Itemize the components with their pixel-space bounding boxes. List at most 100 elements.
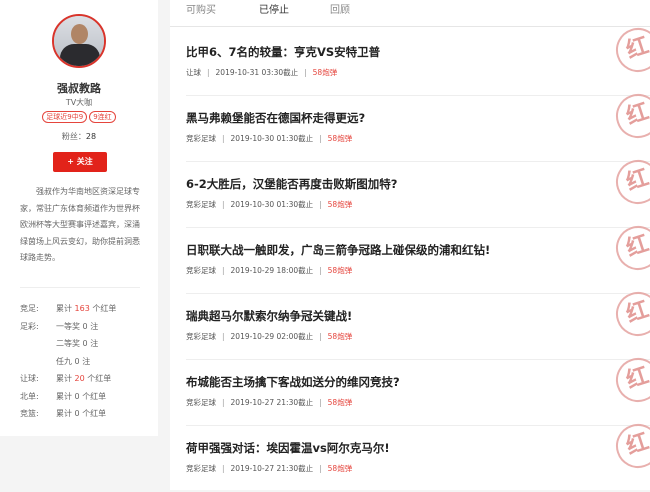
article-category: 竞彩足球 xyxy=(186,464,216,473)
profile-card: 强叔教路 TV大咖 足球近9中9 9连红 粉丝：28 + 关注 强叔作为华南地区… xyxy=(0,0,158,436)
stat-prefix: 二等奖 xyxy=(56,339,80,348)
article-panel: 可购买 已停止 回顾 比甲6、7名的较量：亨克VS安特卫普 让球 | 2019-10… xyxy=(170,0,650,490)
tab-review[interactable]: 回顾 xyxy=(330,1,350,16)
stat-row: 竞篮: 累计 0 个红单 xyxy=(20,408,155,426)
article-price: 58炮弹 xyxy=(312,68,338,77)
avatar[interactable] xyxy=(52,14,106,68)
article-title[interactable]: 瑞典超马尔默索尔纳争冠关键战! xyxy=(186,308,352,324)
fans-count: 粉丝：28 xyxy=(0,131,158,142)
stat-label: 让球: xyxy=(20,374,39,383)
stat-suffix: 个红单 xyxy=(82,391,107,401)
article-item[interactable]: 布城能否主场擒下客战如送分的维冈竞技? 竞彩足球 | 2019-10-27 21:3… xyxy=(170,352,650,426)
article-meta: 竞彩足球 | 2019-10-27 21:30截止 | 58炮弹 xyxy=(186,464,353,473)
tag-streak-record: 足球近9中9 xyxy=(42,111,88,123)
red-result-stamp-icon: 红 xyxy=(610,418,650,474)
article-item[interactable]: 比甲6、7名的较量：亨克VS安特卫普 让球 | 2019-10-31 03:30截止… xyxy=(170,22,650,96)
tab-stopped[interactable]: 已停止 xyxy=(259,1,289,16)
tag-win-streak: 9连红 xyxy=(89,111,116,123)
article-item[interactable]: 6-2大胜后，汉堡能否再度击败斯图加特? 竞彩足球 | 2019-10-30 01:… xyxy=(170,154,650,228)
article-deadline: 2019-10-30 01:30截止 xyxy=(230,200,314,209)
article-category: 竞彩足球 xyxy=(186,134,216,143)
stat-row: 竞足: 累计 163 个红单 xyxy=(20,303,155,321)
article-price: 58炮弹 xyxy=(327,266,353,275)
article-price: 58炮弹 xyxy=(327,398,353,407)
red-result-stamp-icon: 红 xyxy=(610,154,650,210)
article-meta: 竞彩足球 | 2019-10-30 01:30截止 | 58炮弹 xyxy=(186,134,353,143)
stat-value: 0 xyxy=(74,391,80,401)
stat-label: 北单: xyxy=(20,391,39,401)
tab-bar: 可购买 已停止 回顾 xyxy=(170,0,650,20)
article-deadline: 2019-10-29 18:00截止 xyxy=(230,266,314,275)
stat-value: 0 xyxy=(82,339,88,348)
fans-label: 粉丝： xyxy=(61,132,86,141)
article-item[interactable]: 瑞典超马尔默索尔纳争冠关键战! 竞彩足球 | 2019-10-29 02:00截止 |… xyxy=(170,286,650,360)
red-result-stamp-icon: 红 xyxy=(610,88,650,144)
article-category: 竞彩足球 xyxy=(186,266,216,275)
stat-row: 足彩: 一等奖 0 注 xyxy=(20,321,155,339)
stat-prefix: 累计 xyxy=(56,409,72,418)
article-category: 让球 xyxy=(186,68,201,77)
article-item[interactable]: 日职联大战一触即发，广岛三箭争冠路上碰保级的浦和红钻! 竞彩足球 | 2019-10… xyxy=(170,220,650,294)
article-price: 58炮弹 xyxy=(327,134,353,143)
follow-button[interactable]: + 关注 xyxy=(53,152,107,172)
divider xyxy=(20,287,140,288)
stat-suffix: 注 xyxy=(90,321,99,331)
profile-tags: 足球近9中9 9连红 xyxy=(0,111,158,123)
stats-list: 竞足: 累计 163 个红单 足彩: 一等奖 0 注 二等奖 0 注 任九 0 … xyxy=(20,303,155,426)
article-deadline: 2019-10-29 02:00截止 xyxy=(230,332,314,341)
stat-prefix: 任九 xyxy=(56,356,72,366)
stat-suffix: 个红单 xyxy=(87,374,112,383)
stat-value: 0 xyxy=(74,356,80,366)
article-price: 58炮弹 xyxy=(327,200,353,209)
article-title[interactable]: 布城能否主场擒下客战如送分的维冈竞技? xyxy=(186,374,400,390)
stat-row: 让球: 累计 20 个红单 xyxy=(20,373,155,391)
article-meta: 竞彩足球 | 2019-10-27 21:30截止 | 58炮弹 xyxy=(186,398,353,407)
red-result-stamp-icon: 红 xyxy=(610,286,650,342)
stat-row: 任九 0 注 xyxy=(20,356,155,374)
article-title[interactable]: 荷甲强强对话：埃因霍温vs阿尔克马尔! xyxy=(186,440,390,456)
article-price: 58炮弹 xyxy=(327,464,353,473)
article-deadline: 2019-10-27 21:30截止 xyxy=(230,464,314,473)
profile-name: 强叔教路 xyxy=(57,82,101,95)
fans-value: 28 xyxy=(85,132,97,141)
stat-value: 163 xyxy=(74,304,90,313)
red-result-stamp-icon: 红 xyxy=(610,22,650,78)
article-deadline: 2019-10-30 01:30截止 xyxy=(230,134,314,143)
stat-suffix: 个红单 xyxy=(92,304,117,313)
stat-value: 0 xyxy=(82,321,88,331)
profile-subtitle: TV大咖 xyxy=(65,98,93,107)
article-title[interactable]: 日职联大战一触即发，广岛三箭争冠路上碰保级的浦和红钻! xyxy=(186,242,490,258)
stat-label: 竞足: xyxy=(20,304,39,313)
stat-suffix: 注 xyxy=(82,356,91,366)
tab-available[interactable]: 可购买 xyxy=(186,1,216,16)
stat-row: 二等奖 0 注 xyxy=(20,338,155,356)
stat-label: 竞篮: xyxy=(20,409,39,418)
article-meta: 让球 | 2019-10-31 03:30截止 | 58炮弹 xyxy=(186,68,338,77)
article-item[interactable]: 黑马弗赖堡能否在德国杯走得更远? 竞彩足球 | 2019-10-30 01:30截止… xyxy=(170,88,650,162)
stat-prefix: 累计 xyxy=(56,374,72,383)
stat-label: 足彩: xyxy=(20,321,39,331)
article-price: 58炮弹 xyxy=(327,332,353,341)
stat-suffix: 注 xyxy=(90,339,99,348)
stat-prefix: 累计 xyxy=(56,391,72,401)
article-meta: 竞彩足球 | 2019-10-29 18:00截止 | 58炮弹 xyxy=(186,266,353,275)
red-result-stamp-icon: 红 xyxy=(610,220,650,276)
stat-value: 0 xyxy=(74,409,80,418)
article-deadline: 2019-10-31 03:30截止 xyxy=(215,68,299,77)
article-meta: 竞彩足球 | 2019-10-29 02:00截止 | 58炮弹 xyxy=(186,332,353,341)
article-category: 竞彩足球 xyxy=(186,398,216,407)
red-result-stamp-icon: 红 xyxy=(610,352,650,408)
article-item[interactable]: 荷甲强强对话：埃因霍温vs阿尔克马尔! 竞彩足球 | 2019-10-27 21:3… xyxy=(170,418,650,492)
article-title[interactable]: 黑马弗赖堡能否在德国杯走得更远? xyxy=(186,110,365,126)
article-title[interactable]: 比甲6、7名的较量：亨克VS安特卫普 xyxy=(186,44,380,60)
article-title[interactable]: 6-2大胜后，汉堡能否再度击败斯图加特? xyxy=(186,176,397,192)
article-deadline: 2019-10-27 21:30截止 xyxy=(230,398,314,407)
profile-bio: 强叔作为华南地区资深足球专家，常驻广东体育频道作为世界杯欧洲杯等大型赛事评述嘉宾… xyxy=(20,187,140,262)
stat-prefix: 一等奖 xyxy=(56,321,80,331)
article-category: 竞彩足球 xyxy=(186,332,216,341)
stat-row: 北单: 累计 0 个红单 xyxy=(20,391,155,409)
tab-divider xyxy=(170,26,650,27)
stat-value: 20 xyxy=(74,374,85,383)
article-meta: 竞彩足球 | 2019-10-30 01:30截止 | 58炮弹 xyxy=(186,200,353,209)
stat-suffix: 个红单 xyxy=(82,409,107,418)
